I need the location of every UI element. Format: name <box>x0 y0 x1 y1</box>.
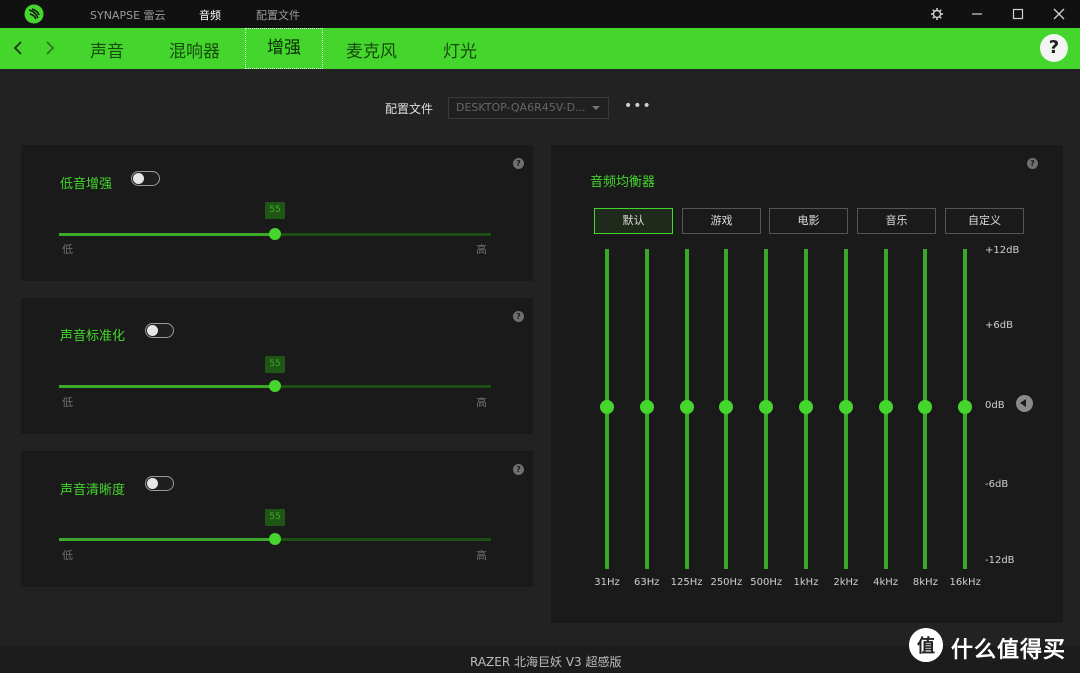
more-options-icon[interactable]: ••• <box>624 98 652 114</box>
equalizer-panel: ? 音频均衡器 默认 游戏 电影 音乐 自定义 31Hz 63Hz 125Hz 250… <box>551 145 1063 623</box>
profile-value: DESKTOP-QA6R45V-D... <box>456 101 586 114</box>
chevron-down-icon <box>592 106 600 110</box>
voice-clarity-value: 55 <box>265 509 285 526</box>
sound-normalization-toggle[interactable] <box>145 323 174 338</box>
slider-max-label: 高 <box>476 396 487 409</box>
tab-sound[interactable]: 声音 <box>90 37 124 62</box>
bass-boost-panel: ? 低音增强 55 低 高 <box>21 145 533 281</box>
profile-dropdown[interactable]: DESKTOP-QA6R45V-D... <box>448 97 609 119</box>
help-icon[interactable]: ? <box>513 464 524 475</box>
preset-custom[interactable]: 自定义 <box>945 208 1024 234</box>
db-label-zero: 0dB <box>985 400 1005 411</box>
forward-arrow-icon[interactable] <box>41 36 59 60</box>
eq-band-thumb[interactable] <box>600 400 614 414</box>
tab-enhancement[interactable]: 增强 <box>245 28 323 69</box>
sound-normalization-slider-thumb[interactable] <box>269 380 281 392</box>
razer-logo-icon <box>24 4 44 24</box>
eq-band-thumb[interactable] <box>838 400 853 414</box>
db-label-min: -12dB <box>985 555 1015 566</box>
device-name: RAZER 北海巨妖 V3 超感版 <box>470 655 622 669</box>
equalizer-title: 音频均衡器 <box>590 175 656 190</box>
slider-min-label: 低 <box>62 396 73 409</box>
app-name: SYNAPSE 雷云 <box>90 9 166 22</box>
eq-band-thumb[interactable] <box>878 400 893 414</box>
title-bar: SYNAPSE 雷云 音频 配置文件 <box>0 0 1080 28</box>
slider-max-label: 高 <box>476 243 487 256</box>
maximize-icon[interactable] <box>1007 3 1029 25</box>
eq-frequency-label: 16kHz <box>949 577 981 588</box>
voice-clarity-slider[interactable] <box>59 533 491 545</box>
nav-audio[interactable]: 音频 <box>199 7 221 23</box>
tab-bar: 声音 混响器 增强 麦克风 灯光 ? <box>0 28 1080 69</box>
slider-min-label: 低 <box>62 549 73 562</box>
slider-min-label: 低 <box>62 243 73 256</box>
preset-movie[interactable]: 电影 <box>769 208 848 234</box>
profile-label: 配置文件 <box>385 102 434 116</box>
watermark-logo-icon: 值 <box>909 628 943 662</box>
slider-max-label: 高 <box>476 549 487 562</box>
eq-band-thumb[interactable] <box>799 400 813 414</box>
eq-band-thumb[interactable] <box>759 400 774 414</box>
tab-lighting[interactable]: 灯光 <box>443 37 477 62</box>
preset-default[interactable]: 默认 <box>594 208 673 234</box>
voice-clarity-panel: ? 声音清晰度 55 低 高 <box>21 451 533 587</box>
sound-normalization-value: 55 <box>265 356 285 373</box>
sound-normalization-slider[interactable] <box>59 380 491 392</box>
voice-clarity-title: 声音清晰度 <box>60 483 126 498</box>
eq-band-thumb[interactable] <box>719 400 734 414</box>
close-icon[interactable] <box>1048 3 1070 25</box>
bass-boost-slider[interactable] <box>59 228 491 240</box>
back-arrow-icon[interactable] <box>9 36 27 60</box>
sound-normalization-panel: ? 声音标准化 55 低 高 <box>21 298 533 434</box>
nav-profiles[interactable]: 配置文件 <box>256 7 300 23</box>
bass-boost-toggle[interactable] <box>131 171 160 186</box>
voice-clarity-slider-thumb[interactable] <box>269 533 281 545</box>
voice-clarity-toggle[interactable] <box>145 476 174 491</box>
preset-music[interactable]: 音乐 <box>857 208 936 234</box>
reset-arrow-icon[interactable] <box>1016 395 1033 412</box>
watermark-text: 什么值得买 <box>951 638 1067 663</box>
db-label-plus6: +6dB <box>985 320 1013 331</box>
db-label-max: +12dB <box>985 245 1020 256</box>
help-icon[interactable]: ? <box>1027 158 1038 169</box>
eq-band-thumb[interactable] <box>958 400 973 414</box>
tab-mixer[interactable]: 混响器 <box>169 37 220 62</box>
db-label-minus6: -6dB <box>985 479 1009 490</box>
watermark: 值 什么值得买 <box>909 628 1069 664</box>
bass-boost-slider-thumb[interactable] <box>269 228 281 240</box>
eq-band-thumb[interactable] <box>918 400 933 414</box>
settings-gear-icon[interactable] <box>926 3 948 25</box>
help-icon[interactable]: ? <box>513 311 524 322</box>
eq-band-thumb[interactable] <box>679 400 694 414</box>
sound-normalization-title: 声音标准化 <box>60 329 126 344</box>
tab-mic[interactable]: 麦克风 <box>346 37 397 62</box>
bass-boost-title: 低音增强 <box>60 177 113 192</box>
svg-text:值: 值 <box>917 635 935 657</box>
preset-game[interactable]: 游戏 <box>682 208 761 234</box>
help-icon[interactable]: ? <box>1040 34 1068 62</box>
minimize-icon[interactable] <box>966 3 988 25</box>
bass-boost-value: 55 <box>265 202 285 219</box>
help-icon[interactable]: ? <box>513 158 524 169</box>
eq-band-thumb[interactable] <box>639 400 654 414</box>
